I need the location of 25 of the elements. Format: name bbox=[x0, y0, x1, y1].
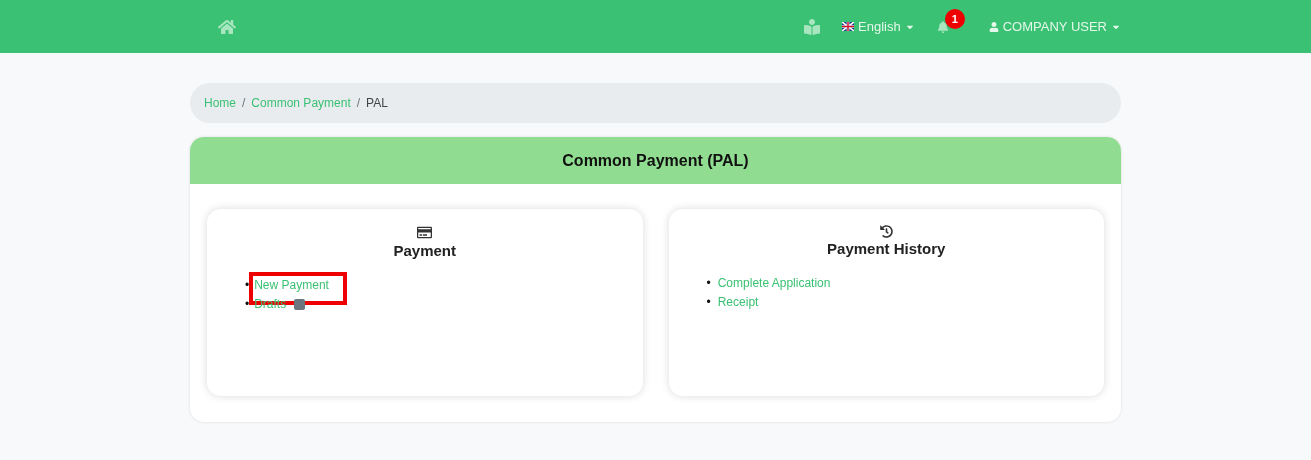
breadcrumb-item: PAL bbox=[366, 96, 388, 110]
panel-title: Payment History bbox=[827, 240, 946, 257]
home-icon[interactable] bbox=[218, 17, 236, 36]
breadcrumb-separator: / bbox=[242, 96, 246, 110]
link[interactable]: Complete Application bbox=[717, 274, 831, 293]
user-menu[interactable]: COMPANY USER bbox=[988, 19, 1121, 34]
notification-count: 1 bbox=[944, 8, 965, 29]
list-bullet: • bbox=[706, 275, 711, 292]
list-bullet: • bbox=[706, 294, 711, 311]
credit-card-icon bbox=[417, 225, 433, 240]
flag-icon bbox=[842, 22, 855, 31]
panel-title: Payment bbox=[393, 242, 456, 259]
link[interactable]: New Payment bbox=[254, 276, 329, 295]
list-bullet: • bbox=[245, 277, 250, 294]
link[interactable]: Receipt bbox=[717, 293, 759, 312]
bell-icon[interactable] bbox=[936, 20, 949, 33]
list-bullet: • bbox=[245, 296, 250, 313]
user-icon bbox=[988, 21, 999, 32]
breadcrumb-item[interactable]: Common Payment bbox=[251, 96, 351, 110]
history-icon bbox=[879, 225, 893, 238]
breadcrumb-item[interactable]: Home bbox=[204, 96, 236, 110]
card-title: Common Payment (PAL) bbox=[190, 137, 1121, 184]
language-dropdown[interactable]: English bbox=[842, 19, 915, 34]
breadcrumb-separator: / bbox=[356, 96, 361, 110]
book-icon[interactable] bbox=[804, 18, 821, 35]
